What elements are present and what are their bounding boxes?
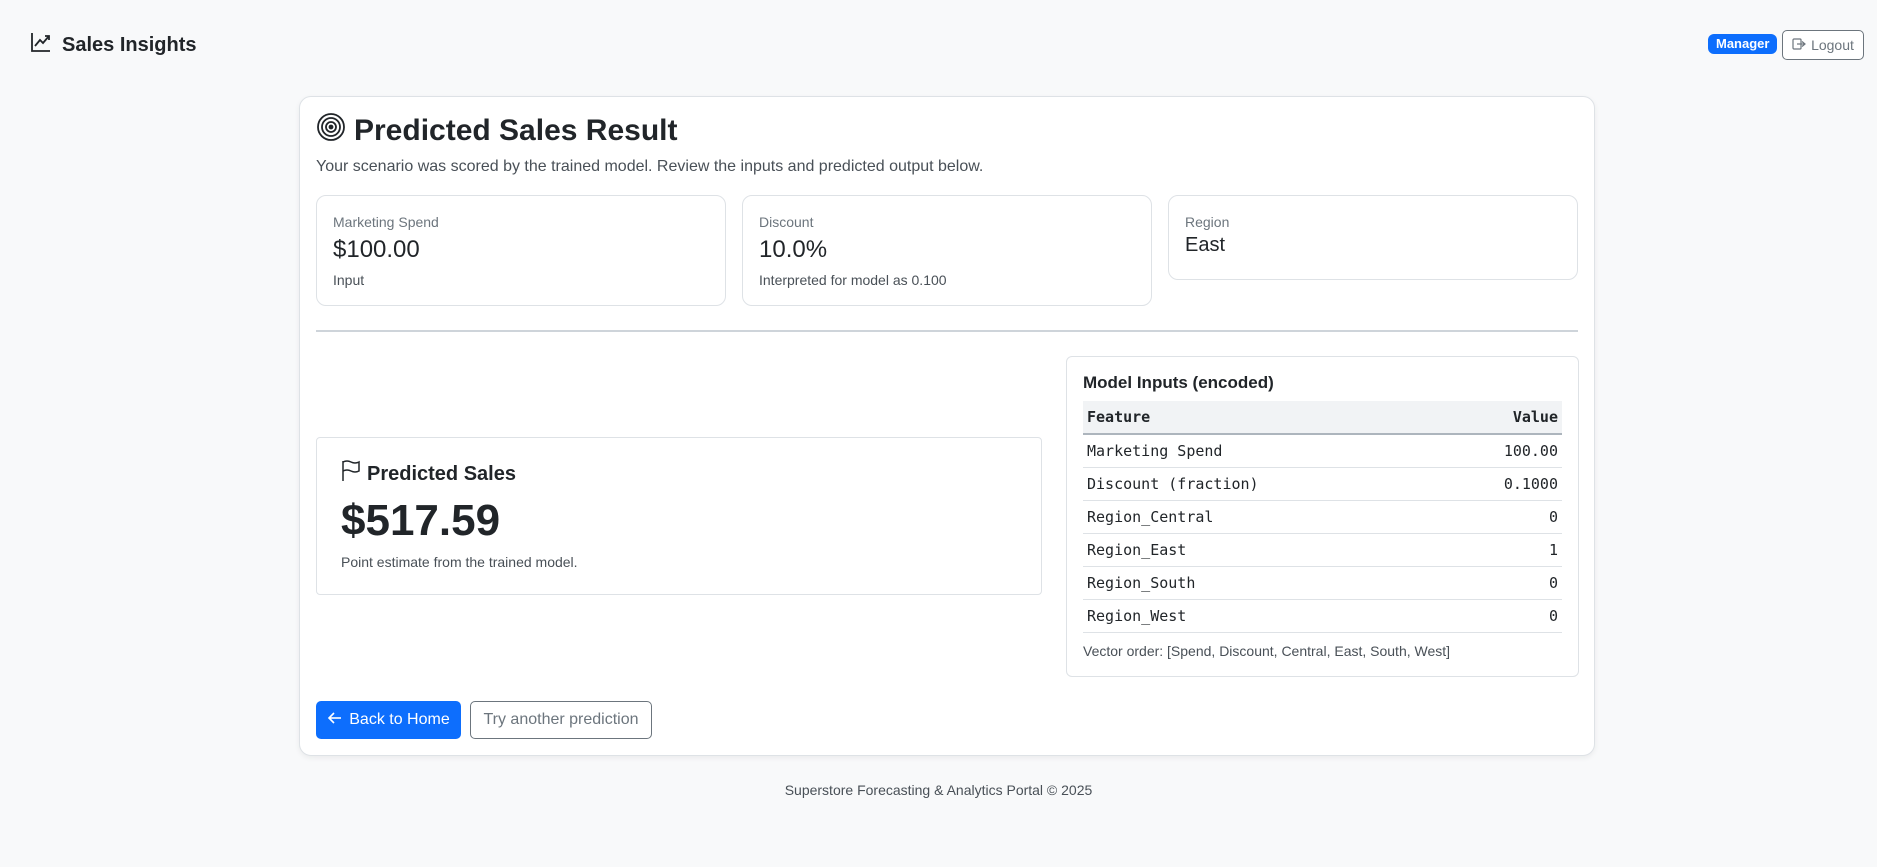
feature-cell: Region_South [1083,566,1439,600]
box-arrow-right-icon [1792,37,1807,54]
graph-up-icon [30,31,52,59]
table-header-row: Feature Value [1083,401,1562,435]
stat-value: East [1185,234,1226,256]
value-cell: 100.00 [1438,434,1562,468]
value-cell: 0 [1438,599,1562,633]
predicted-sales-panel: Predicted Sales $517.59 Point estimate f… [316,437,1042,595]
value-cell: 0.1000 [1438,467,1562,501]
table-row: Discount (fraction) 0.1000 [1083,467,1562,501]
column-header-value: Value [1438,401,1562,435]
vector-order-note: Vector order: [Spend, Discount, Central,… [1083,642,1451,659]
stat-label: Region [1185,214,1230,230]
page-title-text: Predicted Sales Result [354,114,678,147]
stat-card-marketing-spend: Marketing Spend $100.00 Input [316,195,726,306]
stat-note: Interpreted for model as 0.100 [759,272,947,288]
table-row: Region_East 1 [1083,533,1562,567]
value-cell: 1 [1438,533,1562,567]
bullseye-icon [316,112,346,150]
feature-cell: Region_East [1083,533,1439,567]
predicted-sales-value: $517.59 [341,496,501,545]
predicted-sales-note: Point estimate from the trained model. [341,554,578,570]
value-cell: 0 [1438,566,1562,600]
brand-name: Sales Insights [62,33,197,56]
stat-card-region: Region East [1168,195,1578,280]
result-card: Predicted Sales Result Your scenario was… [299,96,1595,756]
navbar: Sales Insights Manager Logout [0,0,1877,90]
stat-label: Discount [759,214,814,230]
value-cell: 0 [1438,500,1562,534]
arrow-left-icon [327,710,343,731]
flag-icon [341,460,361,488]
logout-label: Logout [1811,37,1854,53]
brand-link[interactable]: Sales Insights [30,30,197,60]
logout-button[interactable]: Logout [1782,30,1864,60]
model-inputs-title: Model Inputs (encoded) [1083,373,1274,392]
back-to-home-label: Back to Home [349,711,450,728]
stat-value: 10.0% [759,236,828,263]
feature-cell: Region_Central [1083,500,1439,534]
predicted-sales-label: Predicted Sales [367,462,516,485]
feature-cell: Marketing Spend [1083,434,1439,468]
stat-note: Input [333,272,365,288]
table-row: Marketing Spend 100.00 [1083,434,1562,468]
stat-label: Marketing Spend [333,214,439,230]
table-row: Region_Central 0 [1083,500,1562,534]
column-header-feature: Feature [1083,401,1439,435]
model-inputs-panel: Model Inputs (encoded) Feature Value Mar… [1066,356,1579,677]
feature-cell: Region_West [1083,599,1439,633]
feature-cell: Discount (fraction) [1083,467,1439,501]
model-inputs-table: Feature Value Marketing Spend 100.00 Dis… [1083,401,1562,633]
divider [316,330,1578,332]
predicted-sales-title: Predicted Sales [341,460,1017,488]
try-another-prediction-button[interactable]: Try another prediction [470,701,652,739]
page-subtitle: Your scenario was scored by the trained … [316,158,984,175]
stat-value: $100.00 [333,236,420,263]
back-to-home-button[interactable]: Back to Home [316,701,461,739]
table-row: Region_South 0 [1083,566,1562,600]
table-row: Region_West 0 [1083,599,1562,633]
stat-card-discount: Discount 10.0% Interpreted for model as … [742,195,1152,306]
page-title: Predicted Sales Result [316,113,677,149]
footer: Superstore Forecasting & Analytics Porta… [784,782,1093,798]
role-badge: Manager [1708,34,1778,54]
